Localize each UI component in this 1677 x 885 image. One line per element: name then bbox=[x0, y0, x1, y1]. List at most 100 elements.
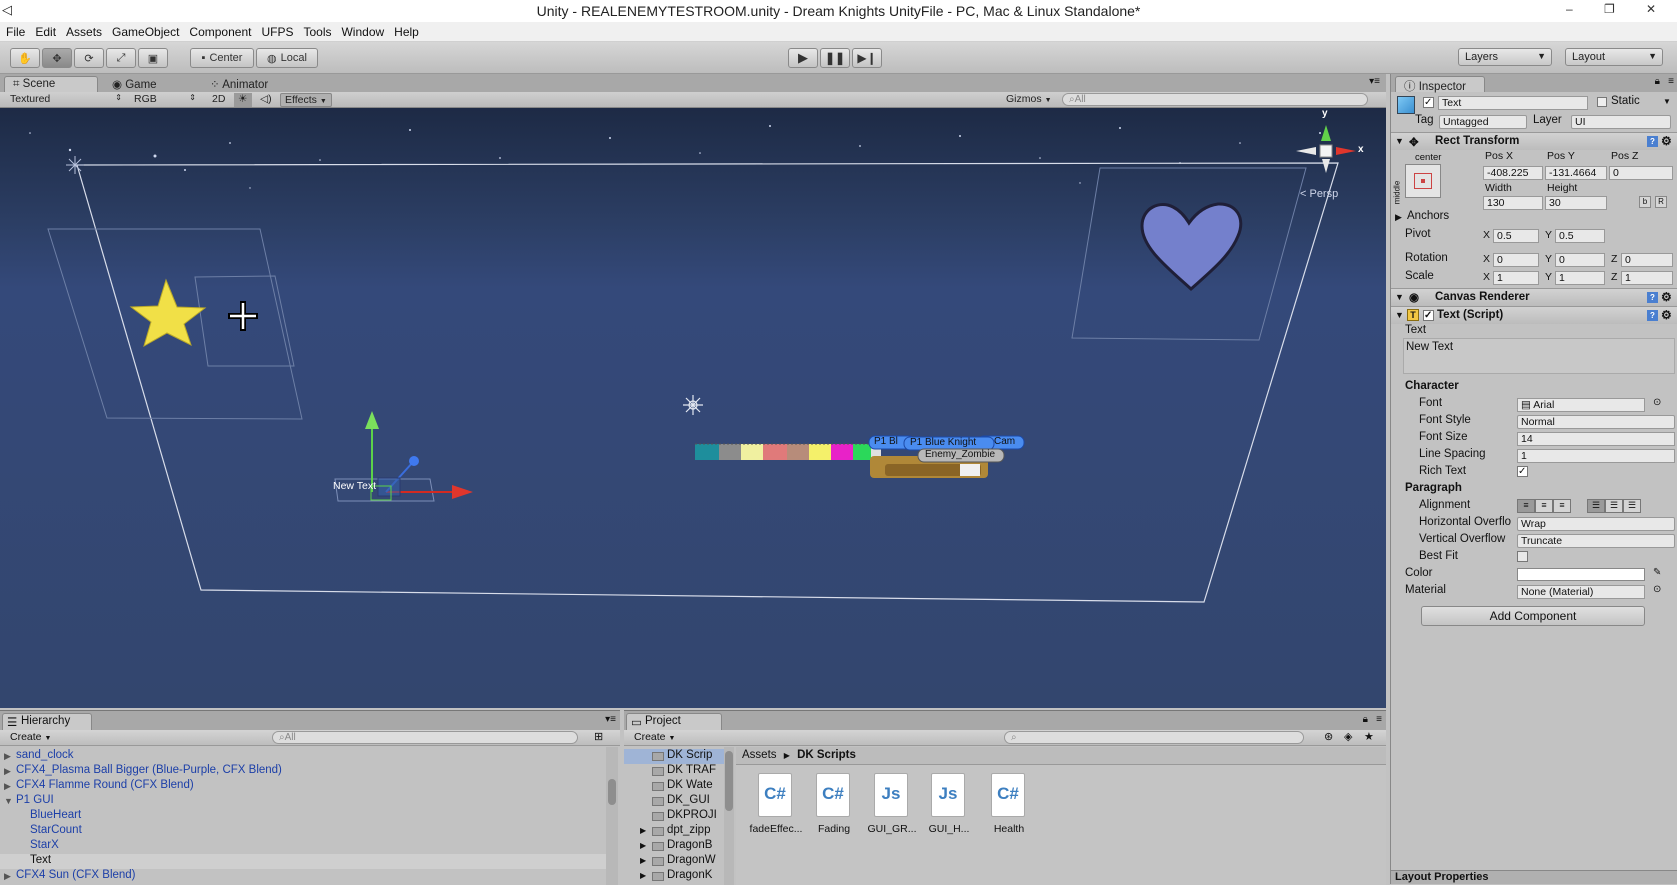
menu-tools[interactable]: Tools bbox=[303, 25, 331, 39]
chevron-down-icon[interactable]: ▼ bbox=[1663, 97, 1671, 106]
align-middle-button[interactable]: ☰ bbox=[1605, 499, 1623, 513]
folder-item[interactable]: DK TRAF bbox=[624, 764, 724, 779]
help-icon[interactable]: ? bbox=[1647, 136, 1658, 147]
scene-orientation-gizmo[interactable] bbox=[1296, 125, 1356, 173]
effects-dropdown[interactable]: Effects ▼ bbox=[280, 93, 332, 107]
align-bottom-button[interactable]: ☰ bbox=[1623, 499, 1641, 513]
rotation-y-field[interactable]: 0 bbox=[1555, 253, 1605, 267]
scrollbar-thumb[interactable] bbox=[725, 751, 733, 811]
folder-item[interactable]: DK Scrip bbox=[624, 749, 724, 764]
foldout-arrow-icon[interactable]: ▶ bbox=[640, 826, 646, 835]
rotation-z-field[interactable]: 0 bbox=[1621, 253, 1673, 267]
folder-tree-scrollbar[interactable] bbox=[724, 747, 734, 885]
material-field[interactable]: None (Material) bbox=[1517, 585, 1645, 599]
asset-file[interactable]: Js GUI_H... bbox=[919, 769, 979, 849]
breadcrumb-assets[interactable]: Assets bbox=[742, 749, 777, 761]
lock-icon[interactable]: 🔒︎ bbox=[1363, 714, 1368, 725]
rotation-x-field[interactable]: 0 bbox=[1493, 253, 1539, 267]
pivot-x-field[interactable]: 0.5 bbox=[1493, 229, 1539, 243]
foldout-arrow-icon[interactable]: ▶ bbox=[4, 766, 11, 777]
audio-toggle[interactable]: ◁) bbox=[256, 93, 274, 107]
pivot-toggle[interactable]: ▪ Center bbox=[190, 48, 254, 68]
scene-search-input[interactable]: ⌕All bbox=[1062, 93, 1368, 106]
filter-by-label-icon[interactable]: ◈ bbox=[1344, 730, 1352, 743]
space-toggle[interactable]: ◍ Local bbox=[256, 48, 318, 68]
layout-properties-header[interactable]: Layout Properties bbox=[1391, 870, 1677, 884]
font-size-field[interactable]: 14 bbox=[1517, 432, 1675, 446]
foldout-arrow-icon[interactable]: ▶ bbox=[1395, 212, 1402, 223]
menu-component[interactable]: Component bbox=[189, 25, 251, 39]
folder-item[interactable]: ▶ DragonW bbox=[624, 854, 724, 869]
scale-y-field[interactable]: 1 bbox=[1555, 271, 1605, 285]
tag-dropdown[interactable]: Untagged bbox=[1439, 115, 1527, 129]
anchor-presets-button[interactable] bbox=[1405, 164, 1441, 198]
scale-tool-button[interactable]: ⤢ bbox=[106, 48, 136, 68]
menu-gameobject[interactable]: GameObject bbox=[112, 25, 179, 39]
asset-file[interactable]: C# fadeEffec... bbox=[746, 769, 806, 849]
line-spacing-field[interactable]: 1 bbox=[1517, 449, 1675, 463]
scene-view[interactable]: < Persp y x New Text P1 Bl Cam P1 Blue K… bbox=[0, 108, 1386, 708]
pos-z-field[interactable]: 0 bbox=[1609, 166, 1673, 180]
font-field[interactable]: ▤ Arial bbox=[1517, 398, 1645, 412]
eyedropper-icon[interactable]: ✎ bbox=[1653, 567, 1661, 578]
panel-menu-icon[interactable]: ≡ bbox=[1376, 714, 1382, 725]
lighting-toggle[interactable]: ☀ bbox=[234, 93, 252, 107]
object-name-field[interactable]: Text bbox=[1438, 96, 1588, 110]
favorites-icon[interactable]: ★ bbox=[1364, 730, 1374, 743]
play-button[interactable]: ▶ bbox=[788, 48, 818, 68]
menu-help[interactable]: Help bbox=[394, 25, 419, 39]
asset-file[interactable]: C# Fading bbox=[804, 769, 864, 849]
scrollbar-thumb[interactable] bbox=[608, 779, 616, 805]
foldout-arrow-icon[interactable]: ▶ bbox=[4, 781, 11, 792]
lock-icon[interactable]: 🔒︎ bbox=[1655, 76, 1660, 87]
pos-x-field[interactable]: -408.225 bbox=[1483, 166, 1543, 180]
foldout-arrow-icon[interactable]: ▶ bbox=[4, 871, 11, 882]
hierarchy-search-input[interactable]: ⌕All bbox=[272, 731, 578, 744]
hierarchy-item[interactable]: BlueHeart bbox=[0, 809, 606, 824]
folder-item[interactable]: ▶ DragonK bbox=[624, 869, 724, 884]
height-field[interactable]: 30 bbox=[1545, 196, 1607, 210]
tab-inspector[interactable]: ⓘ Inspector bbox=[1395, 76, 1485, 93]
align-left-button[interactable]: ≡ bbox=[1517, 499, 1535, 513]
persp-label[interactable]: < Persp bbox=[1300, 188, 1338, 200]
tab-scene[interactable]: ⌗ Scene bbox=[4, 76, 98, 92]
pause-button[interactable]: ❚❚ bbox=[820, 48, 850, 68]
folder-item[interactable]: DKPROJI bbox=[624, 809, 724, 824]
hierarchy-item[interactable]: StarCount bbox=[0, 824, 606, 839]
text-script-header[interactable]: ▼ T ✓ Text (Script) ? ⚙ bbox=[1391, 306, 1677, 324]
align-right-button[interactable]: ≡ bbox=[1553, 499, 1571, 513]
menu-edit[interactable]: Edit bbox=[35, 25, 56, 39]
color-swatch[interactable] bbox=[1517, 568, 1645, 581]
filter-icon[interactable]: ⊞ bbox=[594, 730, 603, 743]
tab-hierarchy[interactable]: ☰ Hierarchy bbox=[2, 713, 92, 730]
help-icon[interactable]: ? bbox=[1647, 310, 1658, 321]
font-style-dropdown[interactable]: Normal bbox=[1517, 415, 1675, 429]
panel-menu-icon[interactable]: ▾≡ bbox=[605, 714, 616, 725]
hierarchy-item[interactable]: Text bbox=[0, 854, 606, 869]
static-checkbox[interactable] bbox=[1597, 97, 1607, 107]
hierarchy-create-button[interactable]: Create ▼ bbox=[10, 731, 51, 743]
menu-window[interactable]: Window bbox=[341, 25, 384, 39]
close-button[interactable]: ✕ bbox=[1646, 2, 1656, 16]
align-top-button[interactable]: ☰ bbox=[1587, 499, 1605, 513]
active-checkbox[interactable]: ✓ bbox=[1423, 97, 1434, 108]
hierarchy-item[interactable]: ▶ CFX4_Plasma Ball Bigger (Blue-Purple, C… bbox=[0, 764, 606, 779]
folder-item[interactable]: ▶ dpt_zipp bbox=[624, 824, 724, 839]
project-create-button[interactable]: Create ▼ bbox=[634, 731, 675, 743]
gear-icon[interactable]: ⚙ bbox=[1661, 308, 1672, 322]
hierarchy-item[interactable]: ▶ CFX4 Flamme Round (CFX Blend) bbox=[0, 779, 606, 794]
anchors-label[interactable]: Anchors bbox=[1407, 210, 1449, 222]
add-component-button[interactable]: Add Component bbox=[1421, 606, 1645, 626]
hierarchy-item[interactable]: StarX bbox=[0, 839, 606, 854]
foldout-arrow-icon[interactable]: ▶ bbox=[640, 841, 646, 850]
rotate-tool-button[interactable]: ⟳ bbox=[74, 48, 104, 68]
draw-mode-dropdown[interactable]: Textured ⇕ bbox=[6, 93, 124, 107]
step-button[interactable]: ▶❙ bbox=[852, 48, 882, 68]
menu-ufps[interactable]: UFPS bbox=[261, 25, 293, 39]
maximize-button[interactable]: ❐ bbox=[1604, 2, 1615, 16]
scale-z-field[interactable]: 1 bbox=[1621, 271, 1673, 285]
layer-dropdown[interactable]: UI bbox=[1571, 115, 1671, 129]
gizmos-dropdown[interactable]: Gizmos ▼ bbox=[1002, 93, 1060, 107]
move-tool-button[interactable]: ✥ bbox=[42, 48, 72, 68]
foldout-arrow-icon[interactable]: ▶ bbox=[640, 856, 646, 865]
